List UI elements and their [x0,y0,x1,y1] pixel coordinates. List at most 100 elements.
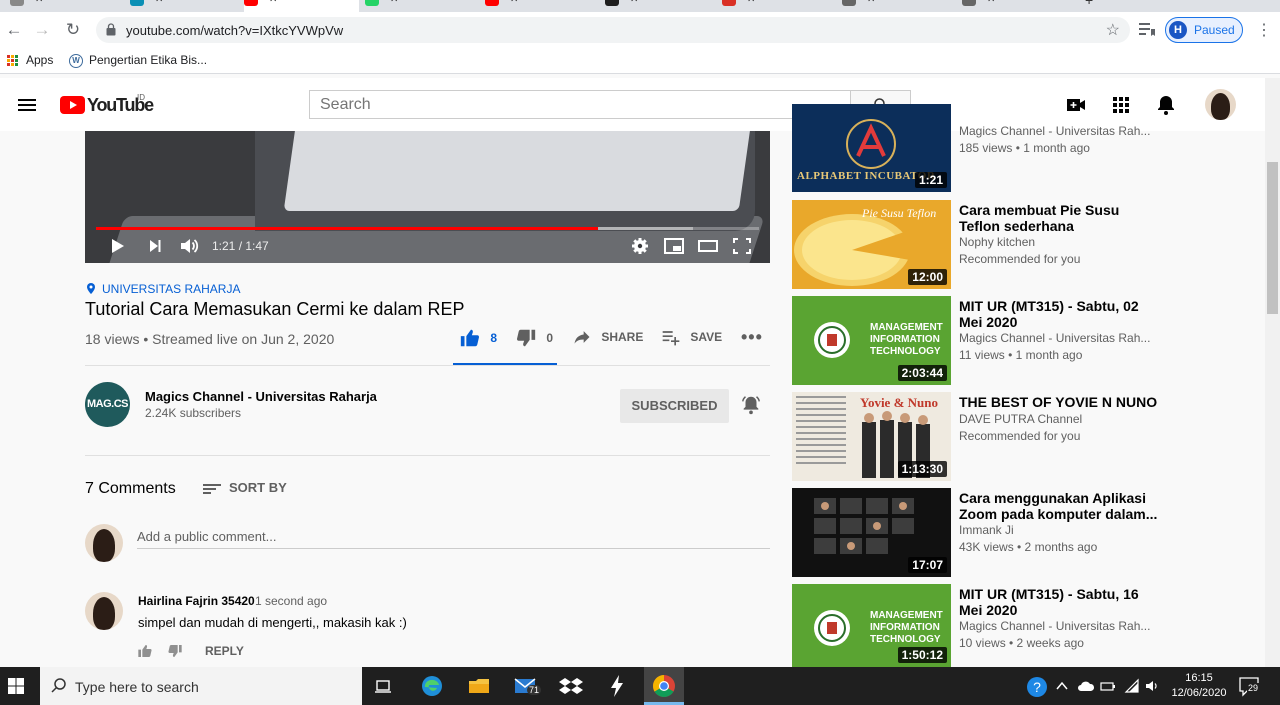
sidebar-video[interactable]: Yovie & Nuno 1:13:30 THE BEST OF YOVIE N… [792,392,1172,481]
sidebar-title[interactable]: THE BEST OF YOVIE N NUNO [959,394,1159,410]
subscribed-button[interactable]: SUBSCRIBED [620,389,729,423]
help-icon[interactable]: ? [1026,676,1048,698]
close-icon[interactable]: ✕ [510,0,518,5]
video-thumbnail[interactable]: Yovie & Nuno 1:13:30 [792,392,951,481]
bookmark-star-icon[interactable]: ☆ [1106,20,1120,40]
lightning-app-icon[interactable] [604,673,630,699]
edge-browser-icon[interactable] [419,673,445,699]
close-icon[interactable]: ✕ [747,0,755,5]
search-input[interactable] [310,91,850,118]
chevron-up-icon[interactable] [1055,679,1069,693]
close-icon[interactable]: ✕ [987,0,995,5]
scrollbar-thumb[interactable] [1267,162,1278,314]
video-thumbnail[interactable]: Pie Susu Teflon 12:00 [792,200,951,289]
comment-reply-button[interactable]: REPLY [205,644,244,658]
channel-avatar[interactable]: MAG.CS [85,382,130,427]
comment-time[interactable]: 1 second ago [255,594,327,608]
back-arrow-icon[interactable]: ← [2,18,26,42]
battery-icon[interactable] [1100,678,1116,694]
save-button[interactable]: SAVE [661,327,722,357]
theater-mode-icon[interactable] [697,235,719,257]
browser-tab[interactable]: ✕ [842,0,952,12]
close-icon[interactable]: ✕ [390,0,398,5]
like-button[interactable]: 8 [459,327,497,357]
more-actions-icon[interactable]: ••• [741,327,763,357]
chrome-taskbar-button[interactable] [644,667,684,705]
share-button[interactable]: SHARE [572,327,643,357]
system-clock[interactable]: 16:15 12/06/2020 [1168,671,1230,701]
close-icon[interactable]: ✕ [630,0,638,5]
browser-tab[interactable]: ✕ [962,0,1072,12]
new-tab-button[interactable]: + [1085,0,1105,12]
close-icon[interactable]: ✕ [155,0,163,5]
close-icon[interactable]: ✕ [867,0,875,5]
browser-tab[interactable]: ✕ [365,0,475,12]
comment-author[interactable]: Hairlina Fajrin 35420 [138,594,255,608]
channel-name[interactable]: Magics Channel - Universitas Raharja [145,389,377,404]
url-text: youtube.com/watch?v=IXtkcYVWpVw [126,23,344,38]
sidebar-title[interactable]: MIT UR (MT315) - Sabtu, 16 Mei 2020 [959,586,1159,618]
forward-arrow-icon[interactable]: → [30,18,54,42]
sidebar-title[interactable]: Cara membuat Pie Susu Teflon sederhana [959,202,1159,234]
address-bar[interactable]: youtube.com/watch?v=IXtkcYVWpVw ☆ [96,17,1130,43]
windows-start-icon[interactable] [8,678,24,694]
video-thumbnail[interactable]: ALPHABET INCUBATOR 1:21 [792,104,951,192]
menu-hamburger-icon[interactable] [18,99,36,111]
settings-gear-icon[interactable] [630,235,650,257]
sidebar-video[interactable]: Pie Susu Teflon 12:00 Cara membuat Pie S… [792,200,1172,289]
task-view-icon[interactable] [370,673,396,699]
sort-label: SORT BY [229,480,287,495]
close-icon[interactable]: ✕ [269,0,277,5]
notification-bell-icon[interactable] [740,394,762,416]
browser-tab[interactable]: ✕ [485,0,595,12]
bookmark-etika[interactable]: W Pengertian Etika Bis... [69,53,207,68]
miniplayer-icon[interactable] [663,235,685,257]
reload-icon[interactable]: ↻ [61,18,85,42]
file-explorer-icon[interactable] [466,673,492,699]
add-comment-input[interactable] [137,525,770,549]
reading-list-icon[interactable] [1138,21,1156,37]
sidebar-video[interactable]: 17:07 Cara menggunakan Aplikasi Zoom pad… [792,488,1172,577]
played-bar [96,227,598,230]
dislike-button[interactable]: 0 [515,327,553,357]
fullscreen-icon[interactable] [731,235,753,257]
comment-like-icon[interactable] [137,643,153,659]
play-icon[interactable] [107,235,127,257]
bookmark-apps[interactable]: Apps [7,53,53,67]
wifi-icon[interactable] [1124,678,1140,694]
sidebar-video[interactable]: ALPHABET INCUBATOR 1:21 Magics Channel -… [792,104,1172,192]
video-thumbnail[interactable]: MANAGEMENT INFORMATION TECHNOLOGY 1:50:1… [792,584,951,667]
wordpress-icon: W [69,53,83,68]
video-thumbnail[interactable]: MANAGEMENT INFORMATION TECHNOLOGY 2:03:4… [792,296,951,385]
profile-button[interactable]: H Paused [1165,17,1243,43]
account-avatar[interactable] [1205,89,1236,120]
video-location[interactable]: UNIVERSITAS RAHARJA [87,282,240,296]
sidebar-title[interactable]: MIT UR (MT315) - Sabtu, 02 Mei 2020 [959,298,1159,330]
sort-by-button[interactable]: SORT BY [203,480,287,496]
sidebar-title[interactable]: Cara menggunakan Aplikasi Zoom pada komp… [959,490,1159,522]
comment-text: simpel dan mudah di mengerti,, makasih k… [138,615,407,630]
sidebar-video[interactable]: MANAGEMENT INFORMATION TECHNOLOGY 2:03:4… [792,296,1172,385]
next-icon[interactable] [145,235,165,257]
browser-tab[interactable]: ✕ [722,0,832,12]
sidebar-video[interactable]: MANAGEMENT INFORMATION TECHNOLOGY 1:50:1… [792,584,1172,667]
onedrive-cloud-icon[interactable] [1077,678,1095,694]
action-center[interactable]: 29 [1238,676,1262,698]
commenter-avatar[interactable] [85,592,123,630]
browser-tab[interactable]: ✕ [130,0,240,12]
chrome-icon [653,675,675,697]
taskbar-search[interactable]: Type here to search [40,667,362,705]
volume-icon[interactable] [178,235,200,257]
mail-app[interactable]: 71 [513,673,542,699]
browser-menu-icon[interactable]: ⋮ [1256,20,1272,40]
browser-tab-active[interactable]: ✕ [244,0,359,12]
video-progress-bar[interactable] [96,227,759,230]
video-player[interactable]: 1:21 / 1:47 [85,131,770,263]
dropbox-icon[interactable] [558,673,584,699]
speaker-icon[interactable] [1144,678,1160,694]
browser-tab[interactable]: ✕ [10,0,125,12]
browser-tab[interactable]: ✕ [605,0,715,12]
comment-dislike-icon[interactable] [167,643,183,659]
close-icon[interactable]: ✕ [35,0,43,5]
video-thumbnail[interactable]: 17:07 [792,488,951,577]
